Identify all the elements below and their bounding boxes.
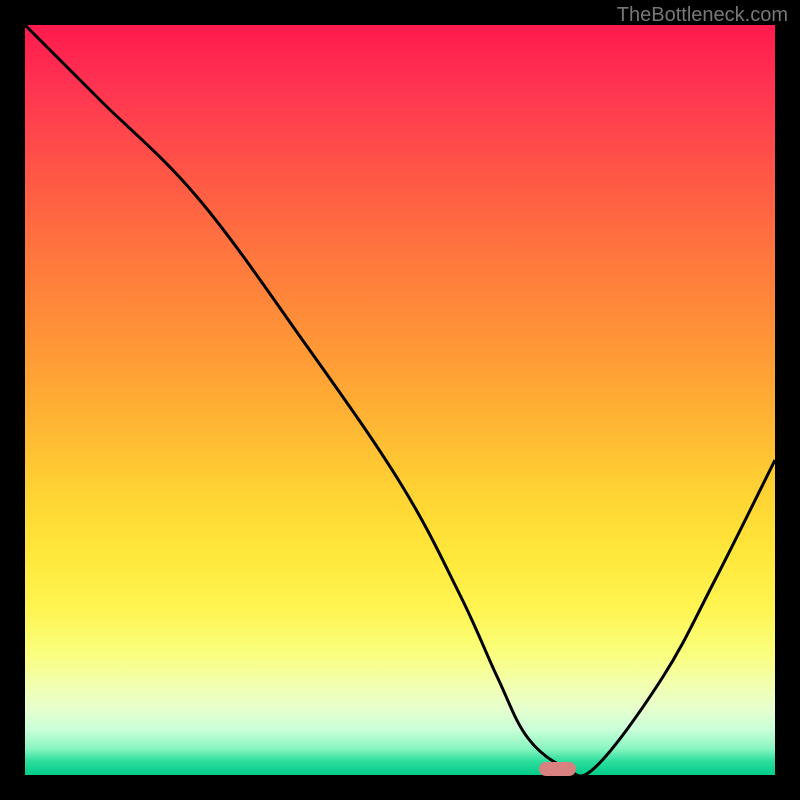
- chart-plot-area: [25, 25, 775, 775]
- chart-curve-svg: [25, 25, 775, 775]
- optimal-marker: [539, 762, 577, 776]
- chart-line: [25, 25, 775, 775]
- watermark-text: TheBottleneck.com: [617, 4, 788, 27]
